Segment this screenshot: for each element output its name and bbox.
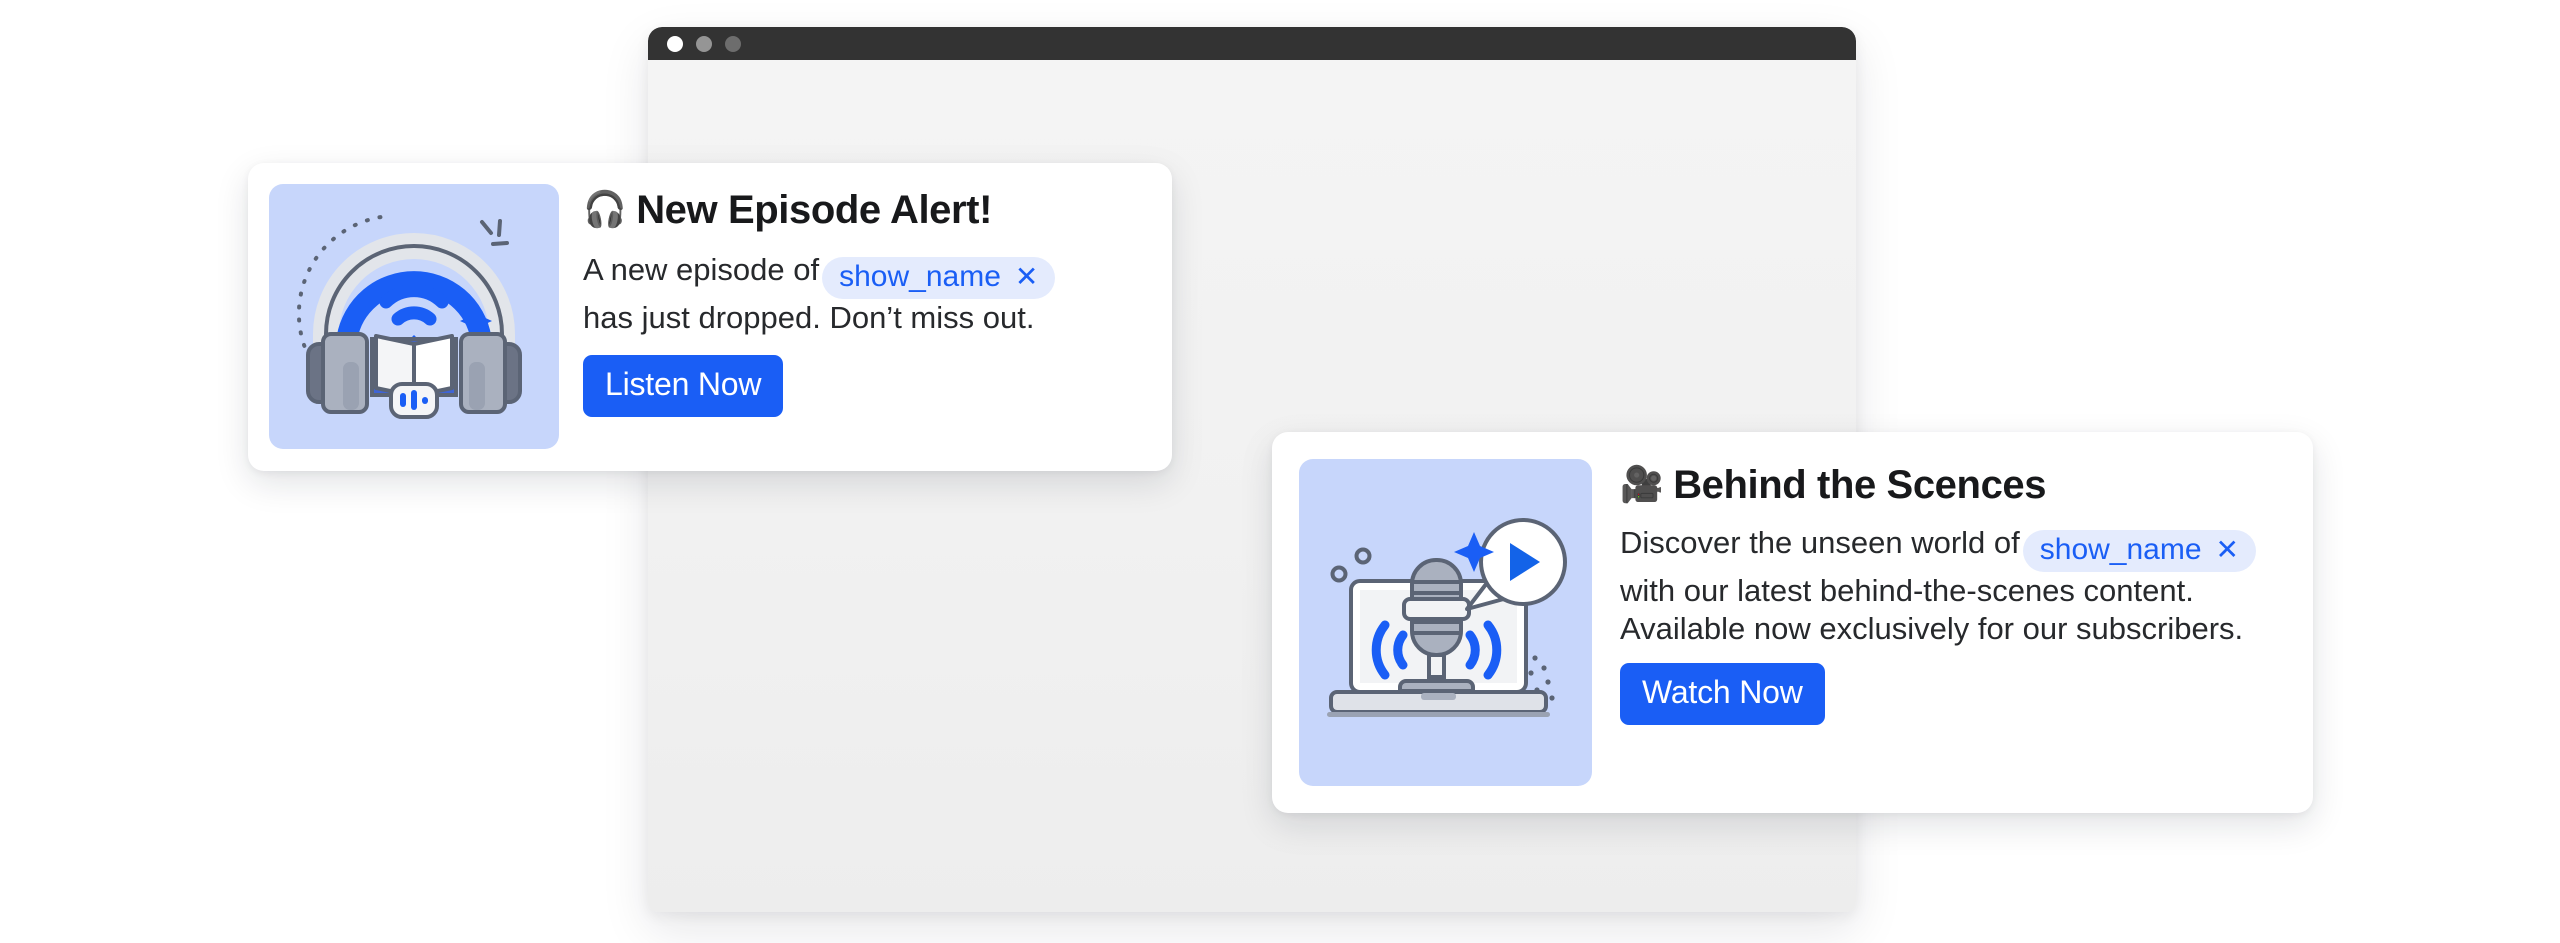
- close-icon[interactable]: ✕: [2216, 536, 2239, 564]
- laptop-microphone-illustration: [1299, 459, 1592, 786]
- card-content: 🎧 New Episode Alert! A new episode of sho…: [583, 184, 1151, 418]
- card-title-text: Behind the Scences: [1673, 463, 2047, 507]
- card-body-text: Discover the unseen world of show_name ✕ w…: [1620, 524, 2286, 649]
- show-name-chip[interactable]: show_name ✕: [2022, 530, 2256, 572]
- window-titlebar: [648, 27, 1856, 60]
- body-text-before-chip: A new episode of: [583, 252, 820, 287]
- card-title-row: 🎥 Behind the Scences: [1620, 463, 2286, 508]
- card-body-text: A new episode of show_name ✕ has just drop…: [583, 251, 1151, 337]
- watch-now-button[interactable]: Watch Now: [1620, 662, 1825, 725]
- show-name-chip-label: show_name: [2039, 533, 2202, 566]
- card-title-row: 🎧 New Episode Alert!: [583, 188, 1151, 233]
- card-content: 🎥 Behind the Scences Discover the unseen…: [1620, 459, 2286, 725]
- headphones-audiobook-illustration: [269, 184, 559, 449]
- window-close-icon[interactable]: [667, 35, 683, 52]
- show-name-chip-label: show_name: [839, 260, 1001, 293]
- window-minimize-icon[interactable]: [696, 35, 712, 52]
- card-title-text: New Episode Alert!: [636, 188, 993, 232]
- body-text-before-chip: Discover the unseen world of: [1620, 525, 2020, 560]
- close-icon[interactable]: ✕: [1015, 263, 1038, 291]
- show-name-chip[interactable]: show_name ✕: [822, 257, 1056, 299]
- headphone-emoji: 🎧: [583, 190, 627, 230]
- notification-card-new-episode[interactable]: 🎧 New Episode Alert! A new episode of sho…: [248, 163, 1172, 471]
- body-text-after-chip: has just dropped. Don’t miss out.: [583, 300, 1035, 335]
- notification-card-behind-the-scences[interactable]: 🎥 Behind the Scences Discover the unseen…: [1272, 432, 2313, 813]
- window-maximize-icon[interactable]: [725, 35, 741, 52]
- screenshot-root: 🎧 New Episode Alert! A new episode of sho…: [0, 0, 2560, 943]
- listen-now-button[interactable]: Listen Now: [583, 355, 784, 418]
- body-text-after-chip: with our latest behind-the-scenes conten…: [1620, 573, 2244, 647]
- movie-camera-emoji: 🎥: [1620, 465, 1664, 505]
